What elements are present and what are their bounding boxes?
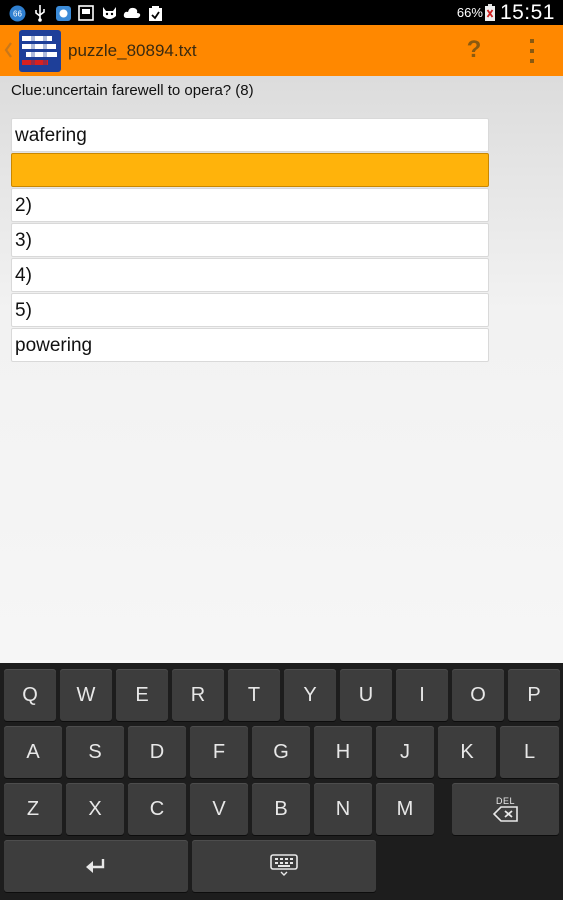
key-o[interactable]: O (452, 669, 504, 721)
help-button[interactable]: ? (463, 36, 485, 64)
key-r[interactable]: R (172, 669, 224, 721)
overflow-menu-icon[interactable] (526, 39, 538, 63)
key-g[interactable]: G (252, 726, 310, 778)
app-logo-icon[interactable] (19, 30, 61, 72)
key-hide-keyboard[interactable] (192, 840, 376, 892)
answer-list: wafering 2) 3) 4) 5) powering (11, 118, 489, 363)
main-content: Clue:uncertain farewell to opera? (8) wa… (0, 76, 563, 663)
key-t[interactable]: T (228, 669, 280, 721)
key-u[interactable]: U (340, 669, 392, 721)
answer-row[interactable]: 5) (11, 293, 489, 327)
notification-icons: 66 (6, 3, 167, 23)
key-k[interactable]: K (438, 726, 496, 778)
key-b[interactable]: B (252, 783, 310, 835)
app-notification-icon: 66 (6, 4, 28, 22)
file-title: puzzle_80894.txt (68, 41, 197, 60)
key-p[interactable]: P (508, 669, 560, 721)
key-h[interactable]: H (314, 726, 372, 778)
answer-row[interactable]: wafering (11, 118, 489, 152)
delete-key-label: DEL (495, 796, 515, 806)
key-delete[interactable]: DEL (452, 783, 559, 835)
action-bar: puzzle_80894.txt ? (0, 25, 563, 76)
answer-row[interactable]: powering (11, 328, 489, 362)
battery-icon (484, 4, 495, 21)
backspace-icon (492, 806, 519, 822)
key-c[interactable]: C (128, 783, 186, 835)
key-a[interactable]: A (4, 726, 62, 778)
enter-icon (85, 858, 107, 874)
key-enter[interactable] (4, 840, 188, 892)
clock: 15:51 (499, 0, 555, 24)
answer-row[interactable]: 2) (11, 188, 489, 222)
answer-row[interactable]: 4) (11, 258, 489, 292)
screenshot-icon (75, 4, 97, 22)
back-chevron-icon[interactable] (3, 39, 13, 61)
key-j[interactable]: J (376, 726, 434, 778)
key-q[interactable]: Q (4, 669, 56, 721)
answer-row[interactable]: 3) (11, 223, 489, 257)
key-n[interactable]: N (314, 783, 372, 835)
app-icon (52, 4, 74, 22)
key-x[interactable]: X (66, 783, 124, 835)
cloud-icon (121, 4, 143, 22)
battery-percent: 66% (456, 5, 483, 20)
status-right: 66% 15:51 (457, 0, 555, 25)
keyboard-icon (269, 854, 299, 878)
key-f[interactable]: F (190, 726, 248, 778)
key-s[interactable]: S (66, 726, 124, 778)
clue-text: Clue:uncertain farewell to opera? (8) (11, 82, 254, 99)
svg-text:66: 66 (13, 9, 22, 18)
status-bar: 66 66% 15:51 (0, 0, 563, 25)
soft-keyboard: Q W E R T Y U I O P A S D F G H J K L Z … (0, 663, 563, 900)
key-d[interactable]: D (128, 726, 186, 778)
usb-icon (29, 4, 51, 22)
key-e[interactable]: E (116, 669, 168, 721)
key-z[interactable]: Z (4, 783, 62, 835)
clipboard-check-icon (144, 4, 166, 22)
key-i[interactable]: I (396, 669, 448, 721)
key-m[interactable]: M (376, 783, 434, 835)
key-y[interactable]: Y (284, 669, 336, 721)
cat-icon (98, 4, 120, 22)
key-w[interactable]: W (60, 669, 112, 721)
key-l[interactable]: L (500, 726, 559, 778)
key-v[interactable]: V (190, 783, 248, 835)
answer-row-selected[interactable] (11, 153, 489, 187)
